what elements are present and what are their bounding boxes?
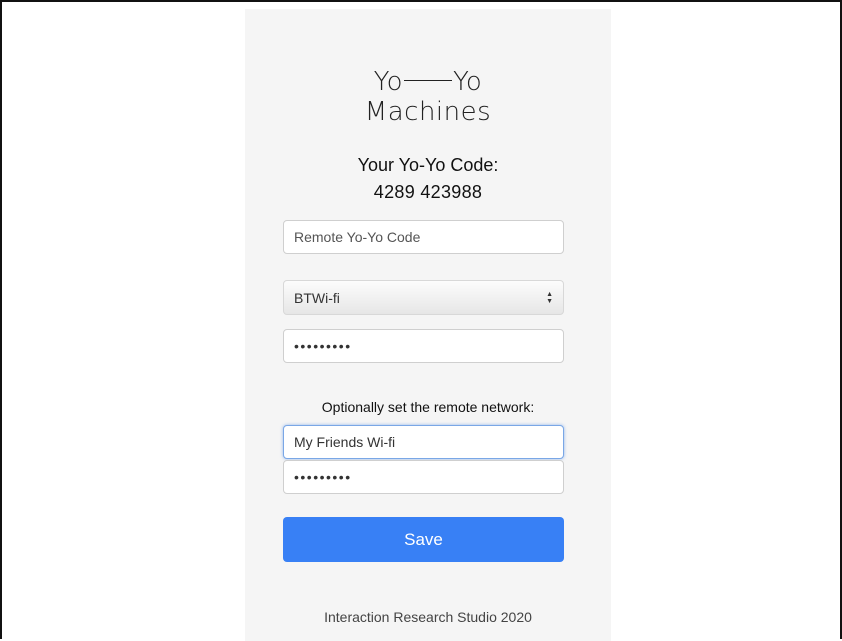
footer-credit: Interaction Research Studio 2020 (324, 609, 532, 625)
remote-ssid-value: My Friends Wi-fi (294, 434, 396, 450)
network-select-value: BTWi-fi (294, 289, 340, 306)
your-code-value: 4289 423988 (373, 182, 483, 202)
logo-dash (404, 79, 452, 82)
remote-code-placeholder: Remote Yo-Yo Code (294, 229, 421, 245)
network-password-mask: ••••••••• (294, 338, 352, 354)
logo-word-left: Yo (373, 67, 403, 97)
remote-code-input[interactable]: Remote Yo-Yo Code (283, 220, 564, 254)
save-button[interactable]: Save (283, 517, 564, 562)
logo-word-machines: Machines (364, 97, 492, 127)
logo-word-right: Yo (453, 67, 483, 97)
setup-panel: Yo Yo Machines Your Yo-Yo Code: 4289 4239… (245, 9, 611, 641)
remote-password-mask: ••••••••• (294, 469, 352, 485)
remote-password-input[interactable]: ••••••••• (283, 460, 564, 494)
your-code-label: Your Yo-Yo Code: (357, 155, 499, 175)
remote-ssid-input[interactable]: My Friends Wi-fi (283, 425, 564, 459)
remote-network-label: Optionally set the remote network: (321, 399, 535, 415)
select-arrows-icon: ▲ ▼ (546, 290, 553, 305)
network-password-input[interactable]: ••••••••• (283, 329, 564, 363)
brand-logo: Yo Yo Machines (245, 67, 611, 127)
network-select[interactable]: BTWi-fi ▲ ▼ (283, 280, 564, 315)
